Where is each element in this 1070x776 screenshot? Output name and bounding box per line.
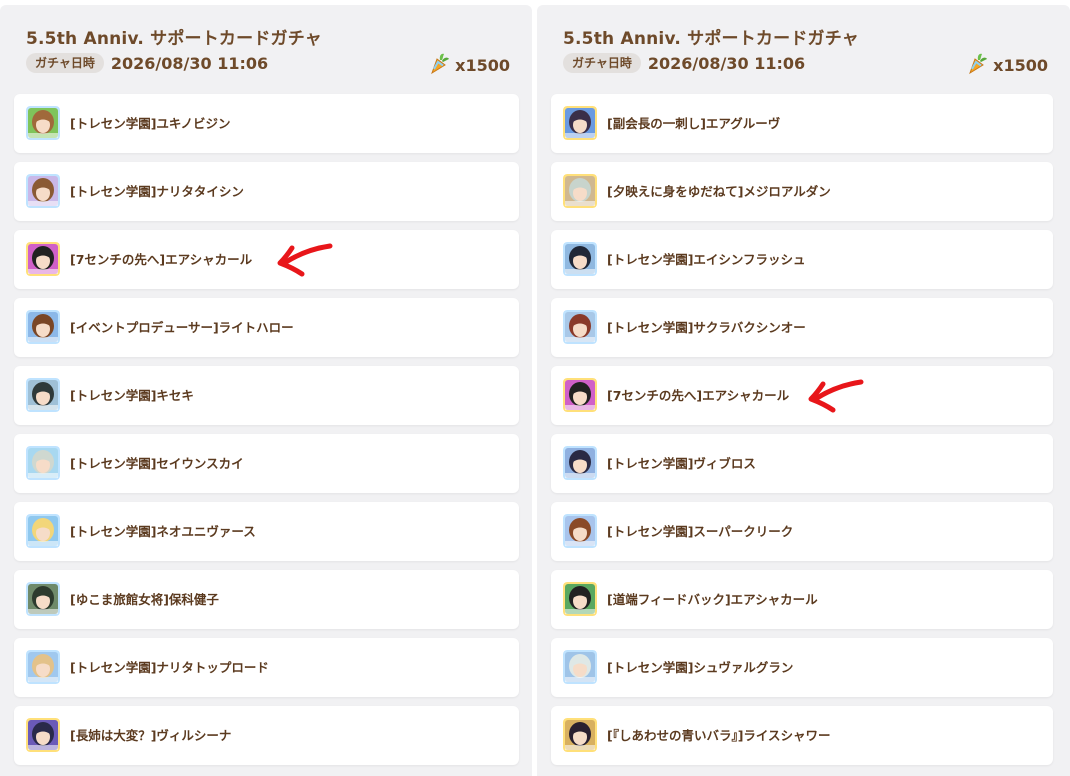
support-card-row[interactable]: [夕映えに身をゆだねて]メジロアルダン: [551, 162, 1053, 221]
card-portrait-icon: [563, 582, 597, 616]
card-portrait-icon: [26, 242, 60, 276]
card-portrait-icon: [563, 718, 597, 752]
annotation-arrow-icon: [272, 236, 336, 284]
card-portrait-icon: [26, 310, 60, 344]
support-card-row[interactable]: [7センチの先へ]エアシャカール: [551, 366, 1053, 425]
cost-display: x1500: [966, 53, 1048, 77]
date-row: ガチャ日時 2026/08/30 11:06: [563, 52, 805, 74]
card-name: [7センチの先へ]エアシャカール: [70, 252, 253, 267]
support-card-row[interactable]: [トレセン学園]サクラバクシンオー: [551, 298, 1053, 357]
panel-title: 5.5th Anniv. サポートカードガチャ: [563, 29, 859, 49]
card-name: [『しあわせの青いバラ』]ライスシャワー: [607, 728, 831, 743]
card-list: [副会長の一刺し]エアグルーヴ [夕映えに身をゆだねて]メジロアルダン [トレセン学…: [551, 94, 1053, 774]
card-portrait-icon: [26, 718, 60, 752]
support-card-row[interactable]: [長姉は大変？]ヴィルシーナ: [14, 706, 519, 765]
card-portrait-icon: [563, 242, 597, 276]
support-card-row[interactable]: [トレセン学園]エイシンフラッシュ: [551, 230, 1053, 289]
card-name: [副会長の一刺し]エアグルーヴ: [607, 116, 781, 131]
support-card-row[interactable]: [7センチの先へ]エアシャカール: [14, 230, 519, 289]
carrot-icon: [966, 51, 988, 79]
card-portrait-icon: [563, 514, 597, 548]
support-card-row[interactable]: [トレセン学園]スーパークリーク: [551, 502, 1053, 561]
support-card-row[interactable]: [トレセン学園]シュヴァルグラン: [551, 638, 1053, 697]
card-name: [トレセン学園]キセキ: [70, 388, 194, 403]
panel-title: 5.5th Anniv. サポートカードガチャ: [26, 29, 322, 49]
card-name: [トレセン学園]サクラバクシンオー: [607, 320, 806, 335]
card-list: [トレセン学園]ユキノビジン [トレセン学園]ナリタタイシン [7センチの先へ]エア…: [14, 94, 519, 774]
date-row: ガチャ日時 2026/08/30 11:06: [26, 52, 268, 74]
card-portrait-icon: [563, 446, 597, 480]
gacha-panel-left: 5.5th Anniv. サポートカードガチャ ガチャ日時 2026/08/30…: [0, 5, 532, 776]
support-card-row[interactable]: [道端フィードバック]エアシャカール: [551, 570, 1053, 629]
cost-value: x1500: [455, 55, 510, 75]
card-portrait-icon: [563, 106, 597, 140]
date-label-badge: ガチャ日時: [563, 53, 641, 73]
card-portrait-icon: [563, 378, 597, 412]
card-portrait-icon: [563, 310, 597, 344]
card-name: [トレセン学園]スーパークリーク: [607, 524, 794, 539]
date-value: 2026/08/30 11:06: [110, 53, 269, 73]
support-card-row[interactable]: [イベントプロデューサー]ライトハロー: [14, 298, 519, 357]
gacha-history-view: 5.5th Anniv. サポートカードガチャ ガチャ日時 2026/08/30…: [0, 0, 1070, 776]
support-card-row[interactable]: [ゆこま旅館女将]保科健子: [14, 570, 519, 629]
support-card-row[interactable]: [トレセン学園]ナリタトップロード: [14, 638, 519, 697]
card-name: [7センチの先へ]エアシャカール: [607, 388, 790, 403]
card-name: [トレセン学園]エイシンフラッシュ: [607, 252, 806, 267]
card-portrait-icon: [26, 582, 60, 616]
card-name: [道端フィードバック]エアシャカール: [607, 592, 818, 607]
card-name: [イベントプロデューサー]ライトハロー: [70, 320, 294, 335]
support-card-row[interactable]: [トレセン学園]ユキノビジン: [14, 94, 519, 153]
support-card-row[interactable]: [トレセン学園]セイウンスカイ: [14, 434, 519, 493]
card-portrait-icon: [26, 446, 60, 480]
cost-display: x1500: [428, 53, 510, 77]
carrot-icon: [428, 51, 450, 79]
card-portrait-icon: [26, 650, 60, 684]
card-name: [トレセン学園]ヴィブロス: [607, 456, 756, 471]
card-portrait-icon: [26, 378, 60, 412]
card-name: [トレセン学園]セイウンスカイ: [70, 456, 244, 471]
support-card-row[interactable]: [『しあわせの青いバラ』]ライスシャワー: [551, 706, 1053, 765]
card-name: [ゆこま旅館女将]保科健子: [70, 592, 219, 607]
card-portrait-icon: [563, 174, 597, 208]
card-name: [長姉は大変？]ヴィルシーナ: [70, 728, 232, 743]
card-name: [トレセン学園]ユキノビジン: [70, 116, 231, 131]
card-name: [トレセン学園]ナリタタイシン: [70, 184, 244, 199]
date-value: 2026/08/30 11:06: [647, 53, 806, 73]
support-card-row[interactable]: [トレセン学園]ヴィブロス: [551, 434, 1053, 493]
card-portrait-icon: [26, 174, 60, 208]
gacha-panel-right: 5.5th Anniv. サポートカードガチャ ガチャ日時 2026/08/30…: [537, 5, 1070, 776]
card-name: [トレセン学園]ナリタトップロード: [70, 660, 269, 675]
card-name: [トレセン学園]シュヴァルグラン: [607, 660, 794, 675]
annotation-arrow-icon: [803, 372, 867, 420]
card-portrait-icon: [26, 106, 60, 140]
cost-value: x1500: [993, 55, 1048, 75]
card-name: [トレセン学園]ネオユニヴァース: [70, 524, 256, 539]
card-portrait-icon: [26, 514, 60, 548]
support-card-row[interactable]: [トレセン学園]ナリタタイシン: [14, 162, 519, 221]
support-card-row[interactable]: [トレセン学園]ネオユニヴァース: [14, 502, 519, 561]
card-portrait-icon: [563, 650, 597, 684]
card-name: [夕映えに身をゆだねて]メジロアルダン: [607, 184, 831, 199]
support-card-row[interactable]: [副会長の一刺し]エアグルーヴ: [551, 94, 1053, 153]
date-label-badge: ガチャ日時: [26, 53, 104, 73]
support-card-row[interactable]: [トレセン学園]キセキ: [14, 366, 519, 425]
